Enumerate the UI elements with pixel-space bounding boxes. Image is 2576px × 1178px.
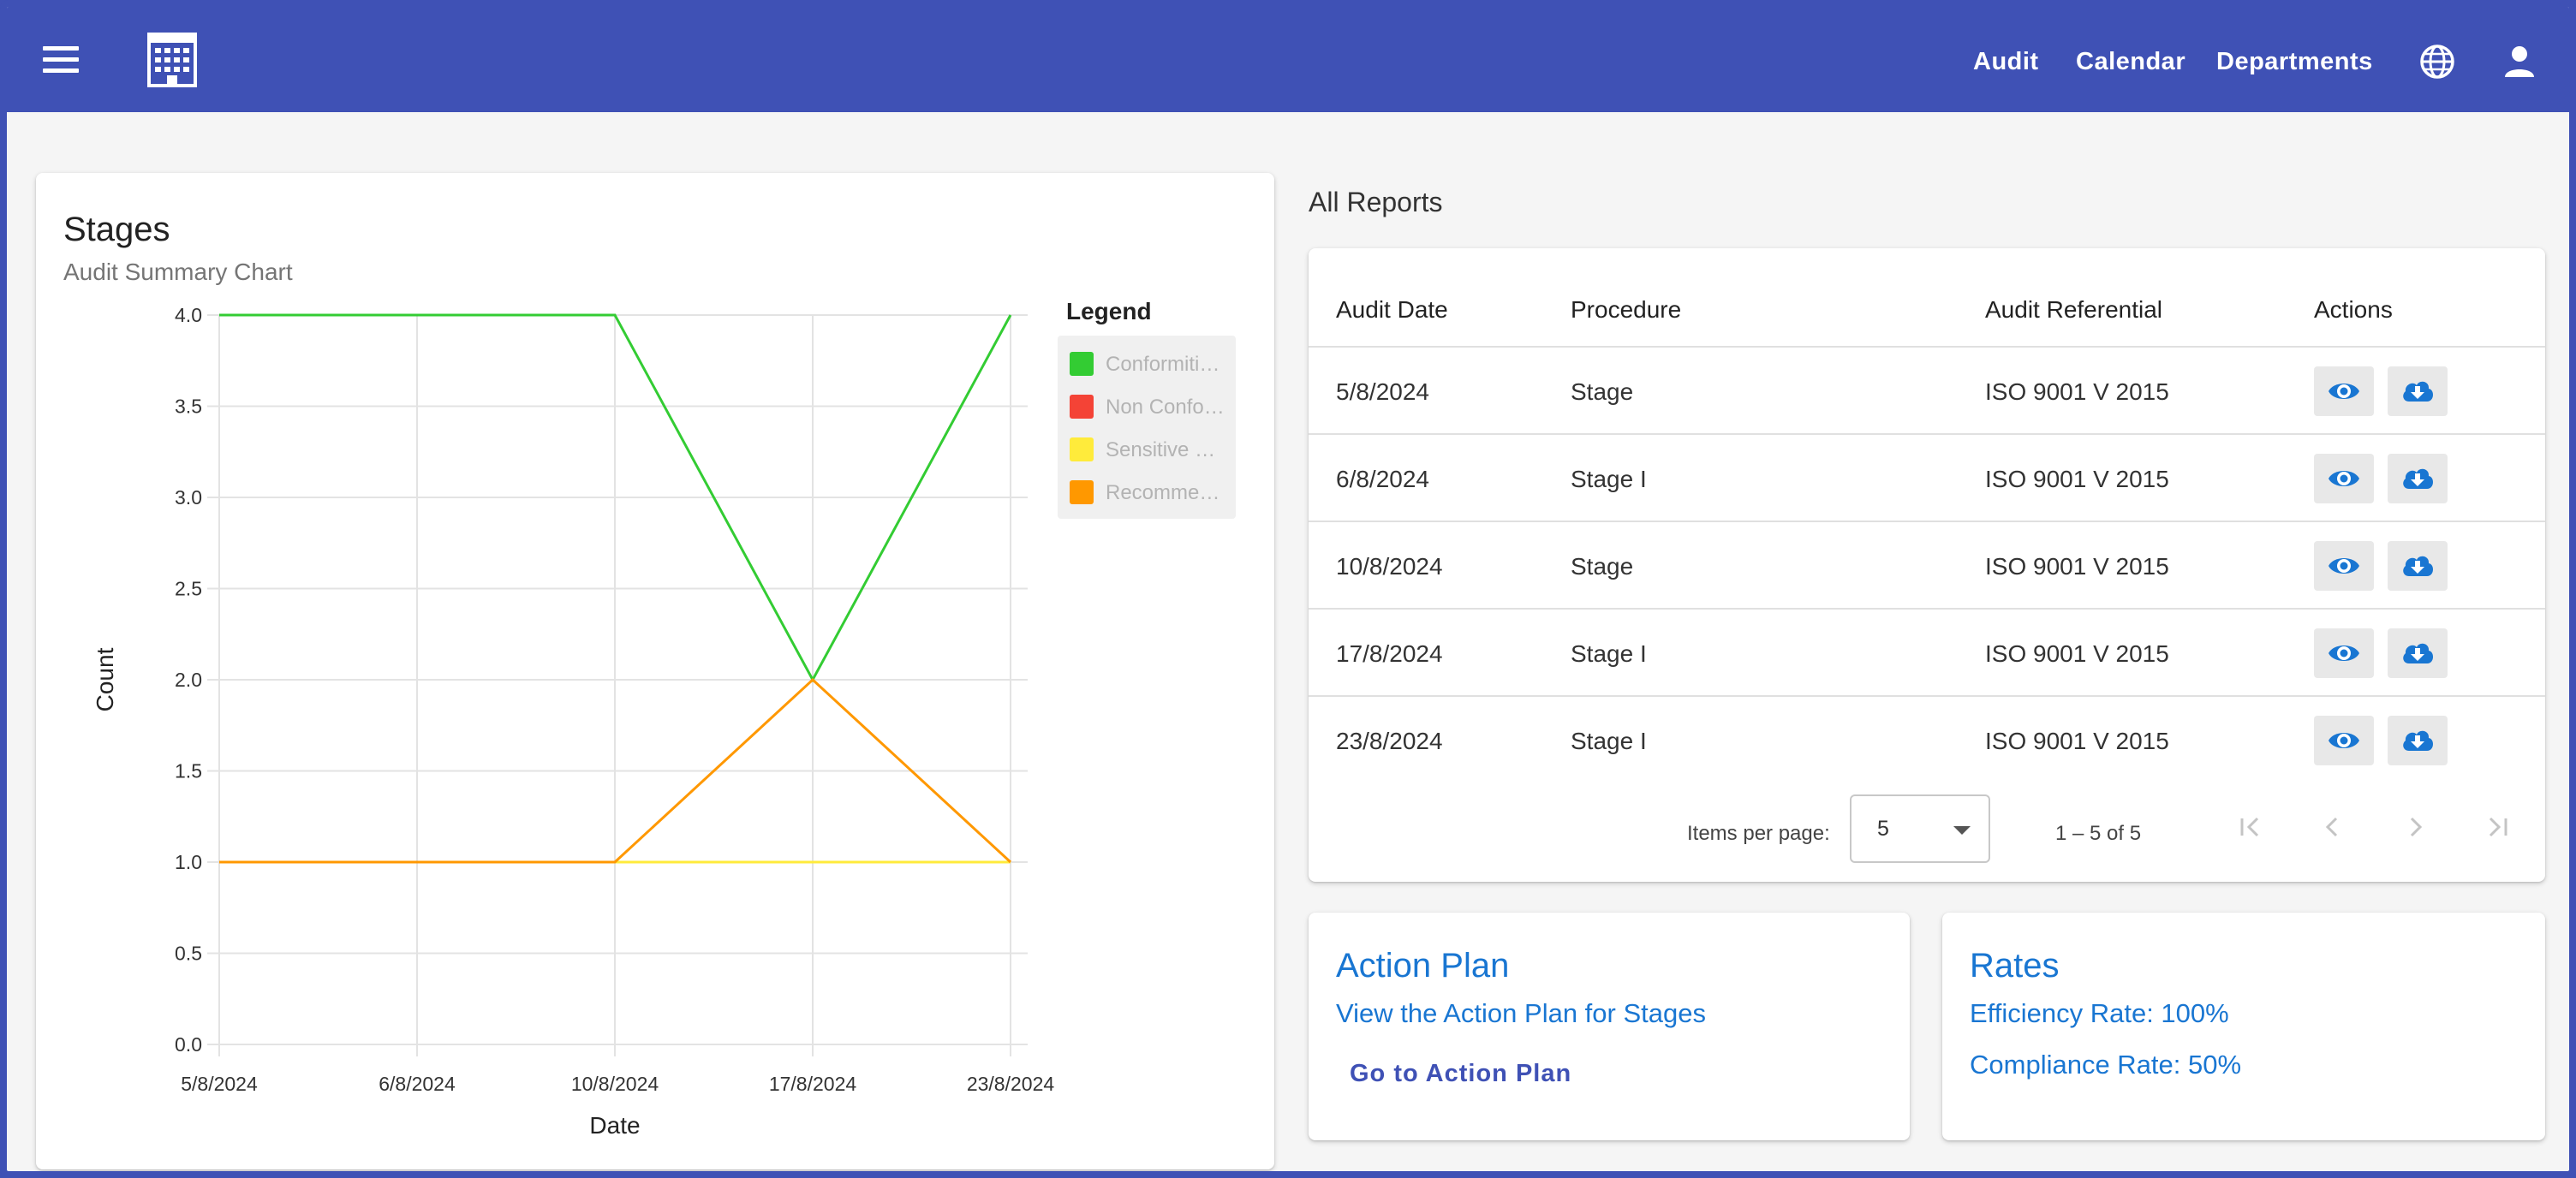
x-tick-label: 6/8/2024	[379, 1073, 456, 1095]
nav-departments[interactable]: Departments	[2216, 48, 2373, 76]
page-size-select[interactable]: 5	[1850, 794, 1990, 863]
x-tick-label: 17/8/2024	[769, 1073, 857, 1095]
table-row: 5/8/2024 Stage ISO 9001 V 2015	[1309, 346, 2545, 435]
y-tick-label: 3.0	[175, 486, 202, 509]
y-axis-label: Count	[92, 647, 118, 711]
nav-audit[interactable]: Audit	[1973, 48, 2039, 76]
cloud-download-icon	[2403, 730, 2434, 751]
row-audit-date: 10/8/2024	[1336, 553, 1443, 580]
x-tick-label: 10/8/2024	[571, 1073, 659, 1095]
rates-title: Rates	[1970, 947, 2060, 985]
legend-label: Conformiti…	[1106, 353, 1220, 376]
view-report-button[interactable]	[2314, 454, 2374, 503]
compliance-rate: Compliance Rate: 50%	[1970, 1050, 2242, 1080]
rates-card: Rates Efficiency Rate: 100% Compliance R…	[1942, 913, 2545, 1140]
first-page-icon[interactable]	[2232, 808, 2269, 846]
legend-swatch	[1070, 480, 1094, 504]
table-row: 10/8/2024 Stage ISO 9001 V 2015	[1309, 521, 2545, 610]
cloud-download-icon	[2403, 381, 2434, 402]
globe-icon[interactable]	[2418, 43, 2456, 80]
eye-icon	[2329, 384, 2359, 399]
row-audit-referential: ISO 9001 V 2015	[1985, 466, 2169, 492]
column-audit-referential[interactable]: Audit Referential	[1985, 296, 2162, 324]
action-plan-title: Action Plan	[1336, 947, 1510, 985]
row-audit-date: 17/8/2024	[1336, 640, 1443, 667]
download-report-button[interactable]	[2388, 366, 2448, 416]
row-audit-referential: ISO 9001 V 2015	[1985, 553, 2169, 580]
y-tick-label: 1.5	[175, 760, 202, 782]
building-logo-icon[interactable]	[146, 33, 199, 87]
view-report-button[interactable]	[2314, 716, 2374, 765]
eye-icon	[2329, 471, 2359, 486]
column-actions: Actions	[2314, 296, 2393, 323]
y-tick-label: 0.5	[175, 943, 202, 965]
row-audit-referential: ISO 9001 V 2015	[1985, 378, 2169, 405]
download-report-button[interactable]	[2388, 716, 2448, 765]
view-action-plan-link[interactable]: View the Action Plan for Stages	[1336, 998, 1706, 1029]
column-procedure[interactable]: Procedure	[1571, 296, 1681, 324]
menu-icon[interactable]	[43, 46, 79, 74]
y-tick-label: 0.0	[175, 1033, 202, 1056]
view-report-button[interactable]	[2314, 628, 2374, 678]
row-procedure: Stage	[1571, 553, 1634, 580]
legend-title: Legend	[1066, 298, 1152, 324]
row-procedure: Stage	[1571, 378, 1634, 405]
efficiency-rate: Efficiency Rate: 100%	[1970, 998, 2229, 1028]
next-page-icon[interactable]	[2396, 808, 2434, 846]
stages-chart-card: Stages Audit Summary Chart 0.0 0.5 1.0 1.5 2…	[36, 173, 1274, 1169]
column-audit-date[interactable]: Audit Date	[1336, 296, 1448, 324]
reports-table-card: Audit Date Procedure Audit Referential A…	[1309, 248, 2545, 882]
legend-label: Non Confo…	[1106, 396, 1225, 419]
legend-label: Recomme…	[1106, 481, 1220, 504]
y-tick-label: 1.0	[175, 851, 202, 873]
chart-legend: Conformiti… Non Confo… Sensitive P… Recomme…	[1058, 336, 1236, 519]
table-row: 17/8/2024 Stage I ISO 9001 V 2015	[1309, 608, 2545, 697]
app-frame: Audit Calendar Departments Stages Audit …	[0, 0, 2576, 1178]
cloud-download-icon	[2403, 643, 2434, 663]
table-row: 23/8/2024 Stage I ISO 9001 V 2015	[1309, 695, 2545, 784]
top-toolbar: Audit Calendar Departments	[7, 7, 2569, 112]
y-tick-label: 2.0	[175, 669, 202, 691]
row-audit-date: 6/8/2024	[1336, 466, 1429, 492]
row-audit-referential: ISO 9001 V 2015	[1985, 728, 2169, 754]
action-plan-card: Action Plan View the Action Plan for Sta…	[1309, 913, 1910, 1140]
x-tick-label: 23/8/2024	[967, 1073, 1055, 1095]
table-row: 6/8/2024 Stage I ISO 9001 V 2015	[1309, 433, 2545, 522]
previous-page-icon[interactable]	[2314, 808, 2352, 846]
download-report-button[interactable]	[2388, 628, 2448, 678]
view-report-button[interactable]	[2314, 541, 2374, 591]
row-audit-date: 5/8/2024	[1336, 378, 1429, 405]
items-per-page-label: Items per page:	[1687, 822, 1830, 845]
nav-calendar[interactable]: Calendar	[2076, 48, 2185, 76]
x-axis-label: Date	[589, 1112, 640, 1139]
row-procedure: Stage I	[1571, 728, 1647, 754]
row-procedure: Stage I	[1571, 466, 1647, 492]
pagination-range: 1 – 5 of 5	[2055, 822, 2142, 845]
x-tick-label: 5/8/2024	[181, 1073, 258, 1095]
row-audit-referential: ISO 9001 V 2015	[1985, 640, 2169, 667]
eye-icon	[2329, 558, 2359, 574]
legend-label: Sensitive P…	[1106, 438, 1225, 461]
cloud-download-icon	[2403, 468, 2434, 489]
eye-icon	[2329, 733, 2359, 748]
go-to-action-plan-button[interactable]: Go to Action Plan	[1336, 1055, 1585, 1092]
y-tick-label: 4.0	[175, 304, 202, 326]
legend-swatch	[1070, 437, 1094, 461]
y-tick-label: 2.5	[175, 578, 202, 600]
row-audit-date: 23/8/2024	[1336, 728, 1443, 754]
cloud-download-icon	[2403, 556, 2434, 576]
last-page-icon[interactable]	[2478, 808, 2516, 846]
legend-swatch	[1070, 352, 1094, 376]
chevron-down-icon	[1953, 826, 1971, 835]
view-report-button[interactable]	[2314, 366, 2374, 416]
download-report-button[interactable]	[2388, 541, 2448, 591]
person-icon[interactable]	[2501, 43, 2538, 80]
y-tick-label: 3.5	[175, 396, 202, 418]
download-report-button[interactable]	[2388, 454, 2448, 503]
row-procedure: Stage I	[1571, 640, 1647, 667]
legend-swatch	[1070, 395, 1094, 419]
all-reports-label: All Reports	[1309, 187, 1443, 217]
page-size-value: 5	[1877, 817, 1889, 841]
eye-icon	[2329, 646, 2359, 661]
